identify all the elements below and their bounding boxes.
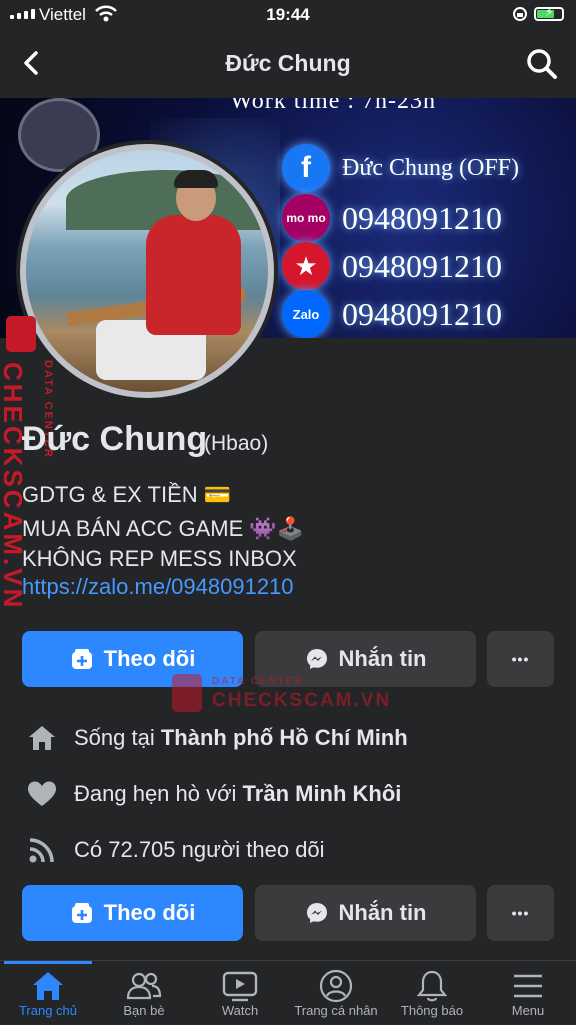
bio-link[interactable]: https://zalo.me/0948091210 — [22, 574, 294, 600]
profile-photo-image — [26, 150, 268, 392]
video-play-icon — [192, 969, 288, 1003]
zalo-logo-icon: Zalo — [282, 290, 330, 338]
more-dots-icon: ••• — [511, 651, 530, 667]
battery-icon: ⚡ — [534, 5, 564, 21]
tab-watch[interactable]: Watch — [192, 969, 288, 1018]
cover-contact-zalo: Zalo 0948091210 — [282, 290, 502, 338]
lock-icon — [172, 674, 202, 712]
watermark-horizontal: DATA CENTER CHECKSCAM.VN — [172, 672, 389, 716]
tab-home[interactable]: Trang chủ — [0, 969, 96, 1018]
lock-icon — [6, 316, 36, 352]
messenger-icon — [305, 901, 329, 925]
messenger-icon — [305, 647, 329, 671]
follow-plus-icon — [70, 901, 94, 925]
info-followers: Có 72.705 người theo dõi — [26, 836, 325, 864]
friends-icon — [96, 969, 192, 1003]
home-icon — [26, 724, 58, 752]
bell-icon — [384, 969, 480, 1003]
follow-button[interactable]: Theo dõi — [22, 885, 243, 941]
profile-alt-name: (Hbao) — [204, 432, 269, 455]
clock: 19:44 — [266, 5, 310, 24]
tab-menu[interactable]: Menu — [480, 969, 576, 1018]
more-dots-icon: ••• — [511, 905, 530, 921]
hamburger-menu-icon — [480, 969, 576, 1003]
cover-contact-facebook: f Đức Chung (OFF) — [282, 144, 519, 192]
top-nav-bar: Đức Chung — [0, 30, 576, 98]
active-tab-indicator — [4, 961, 92, 964]
cover-contact-viettelpay: ★ 0948091210 — [282, 242, 502, 290]
bio-line: MUA BÁN ACC GAME 👾🕹️ — [22, 516, 305, 541]
profile-name: Đức Chung — [22, 420, 208, 458]
tab-friends[interactable]: Bạn bè — [96, 969, 192, 1018]
tab-profile[interactable]: Trang cá nhân — [288, 969, 384, 1018]
more-options-button[interactable]: ••• — [487, 885, 554, 941]
profile-icon — [288, 969, 384, 1003]
momo-logo-icon: mo mo — [282, 194, 330, 242]
search-icon — [527, 49, 557, 79]
search-button[interactable] — [526, 48, 558, 85]
bio-line: GDTG & EX TIỀN 💳 — [22, 482, 232, 507]
follow-plus-icon — [70, 647, 94, 671]
cover-contact-momo: mo mo 0948091210 — [282, 194, 502, 242]
rss-icon — [26, 836, 58, 864]
home-icon — [0, 969, 96, 1003]
info-lives-in: Sống tại Thành phố Hồ Chí Minh — [26, 724, 408, 752]
facebook-logo-icon: f — [282, 144, 330, 192]
heart-icon — [26, 780, 58, 808]
star-logo-icon: ★ — [282, 242, 330, 290]
more-options-button[interactable]: ••• — [487, 631, 554, 687]
info-relationship: Đang hẹn hò với Trần Minh Khôi — [26, 780, 401, 808]
cover-work-time: Work time : 7h-23h — [230, 98, 437, 114]
bottom-tab-bar: Trang chủ Bạn bè Watch Trang cá nhân Thô… — [0, 960, 576, 1025]
message-button[interactable]: Nhắn tin — [255, 885, 476, 941]
tab-notifications[interactable]: Thông báo — [384, 969, 480, 1018]
status-bar: Viettel 19:44 ⚡ — [0, 0, 576, 30]
orientation-lock-icon — [512, 6, 528, 27]
bio-line: KHÔNG REP MESS INBOX — [22, 546, 297, 571]
page-title: Đức Chung — [225, 50, 351, 76]
